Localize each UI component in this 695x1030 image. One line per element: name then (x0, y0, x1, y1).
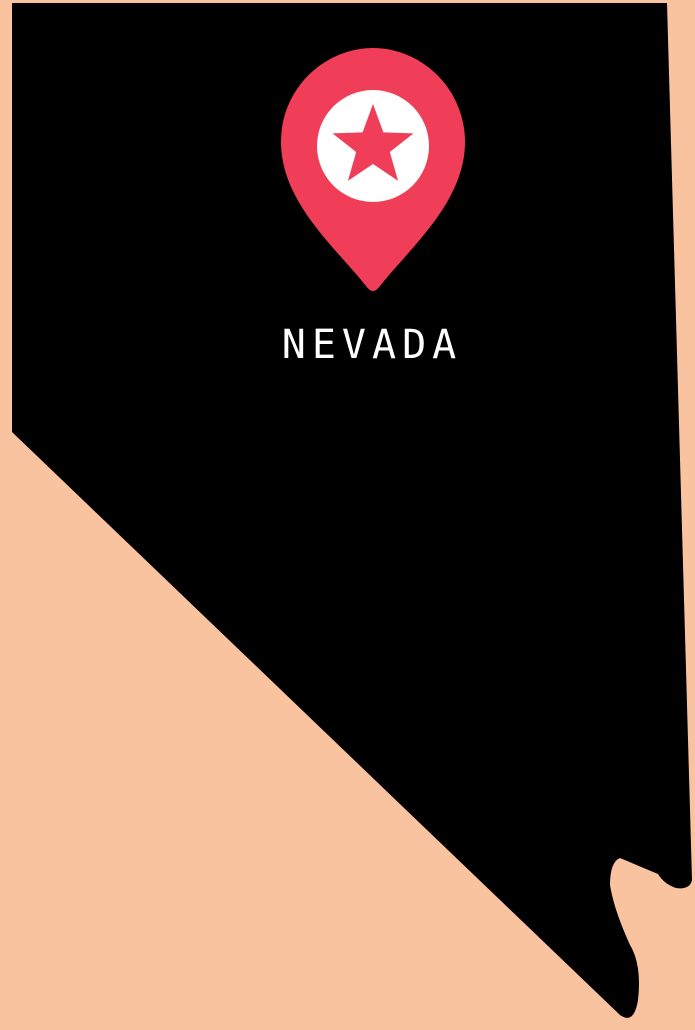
nevada-map: NEVADA (0, 0, 695, 1030)
map-canvas: NEVADA (0, 0, 695, 1030)
state-name-label: NEVADA (282, 322, 463, 368)
